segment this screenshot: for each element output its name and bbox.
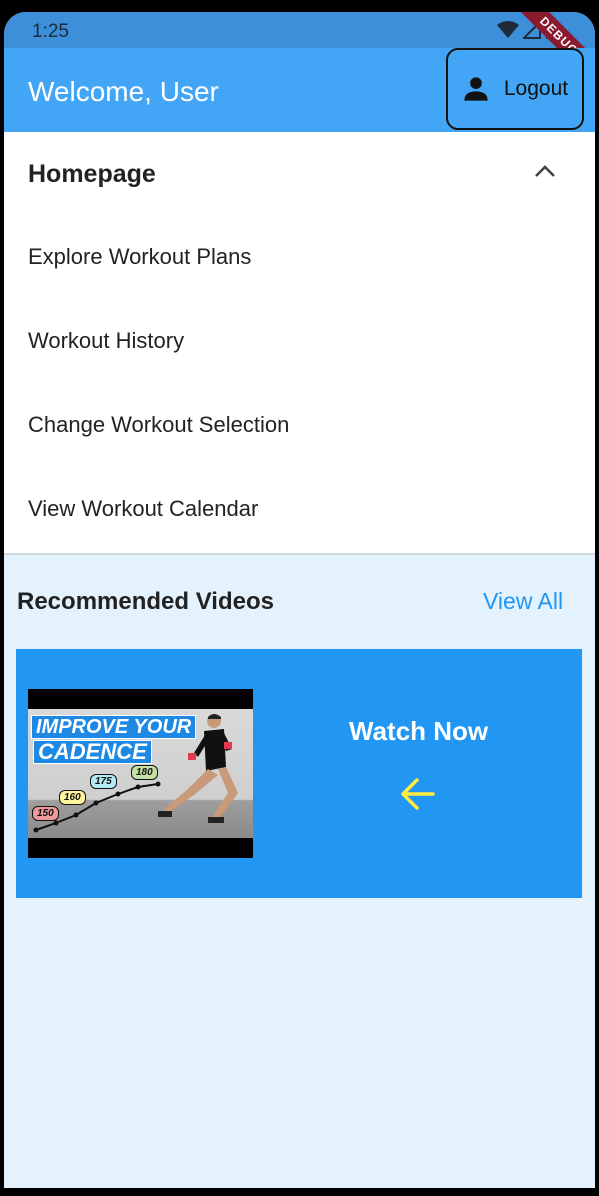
recommended-videos-title: Recommended Videos xyxy=(17,588,274,615)
menu-item-change-workout-selection[interactable]: Change Workout Selection xyxy=(4,384,595,468)
cadence-pill: 175 xyxy=(90,774,117,789)
view-all-link[interactable]: View All xyxy=(483,588,563,615)
menu-item-workout-history[interactable]: Workout History xyxy=(4,300,595,384)
menu-item-label: Workout History xyxy=(28,328,185,353)
homepage-menu-header[interactable]: Homepage xyxy=(4,132,595,216)
video-card[interactable]: IMPROVE YOUR CADENCE 150 160 175 180 Wat… xyxy=(16,649,582,898)
runner-figure xyxy=(158,714,238,823)
cadence-pill: 160 xyxy=(59,790,86,805)
menu-item-label: View Workout Calendar xyxy=(28,496,259,521)
menu-item-explore-workout-plans[interactable]: Explore Workout Plans xyxy=(4,216,595,300)
menu-item-view-workout-calendar[interactable]: View Workout Calendar xyxy=(4,468,595,552)
app-bar: Welcome, User Logout xyxy=(4,48,595,132)
watch-now-label: Watch Now xyxy=(349,716,489,746)
logout-label: Logout xyxy=(503,77,569,100)
wifi-icon xyxy=(497,21,519,38)
cadence-pill: 150 xyxy=(32,806,59,821)
menu-item-label: Explore Workout Plans xyxy=(28,244,252,269)
menu-title: Homepage xyxy=(28,160,156,188)
phone-screen: 1:25 DEBUG Welcome, User Logout Homepage… xyxy=(4,12,595,1188)
menu-item-label: Change Workout Selection xyxy=(28,412,290,437)
arrow-left-icon[interactable] xyxy=(400,777,436,811)
chevron-up-icon xyxy=(535,165,555,177)
status-time: 1:25 xyxy=(32,21,69,42)
homepage-menu: Homepage Explore Workout Plans Workout H… xyxy=(4,132,595,555)
app-bar-title: Welcome, User xyxy=(28,76,219,107)
cadence-pill: 180 xyxy=(131,765,158,780)
status-bar: 1:25 DEBUG xyxy=(4,12,595,93)
person-icon xyxy=(464,77,488,101)
logout-button[interactable]: Logout xyxy=(446,48,584,130)
video-thumbnail[interactable]: IMPROVE YOUR CADENCE 150 160 175 180 xyxy=(28,689,253,858)
thumbnail-image: IMPROVE YOUR CADENCE 150 160 175 180 xyxy=(28,709,253,838)
